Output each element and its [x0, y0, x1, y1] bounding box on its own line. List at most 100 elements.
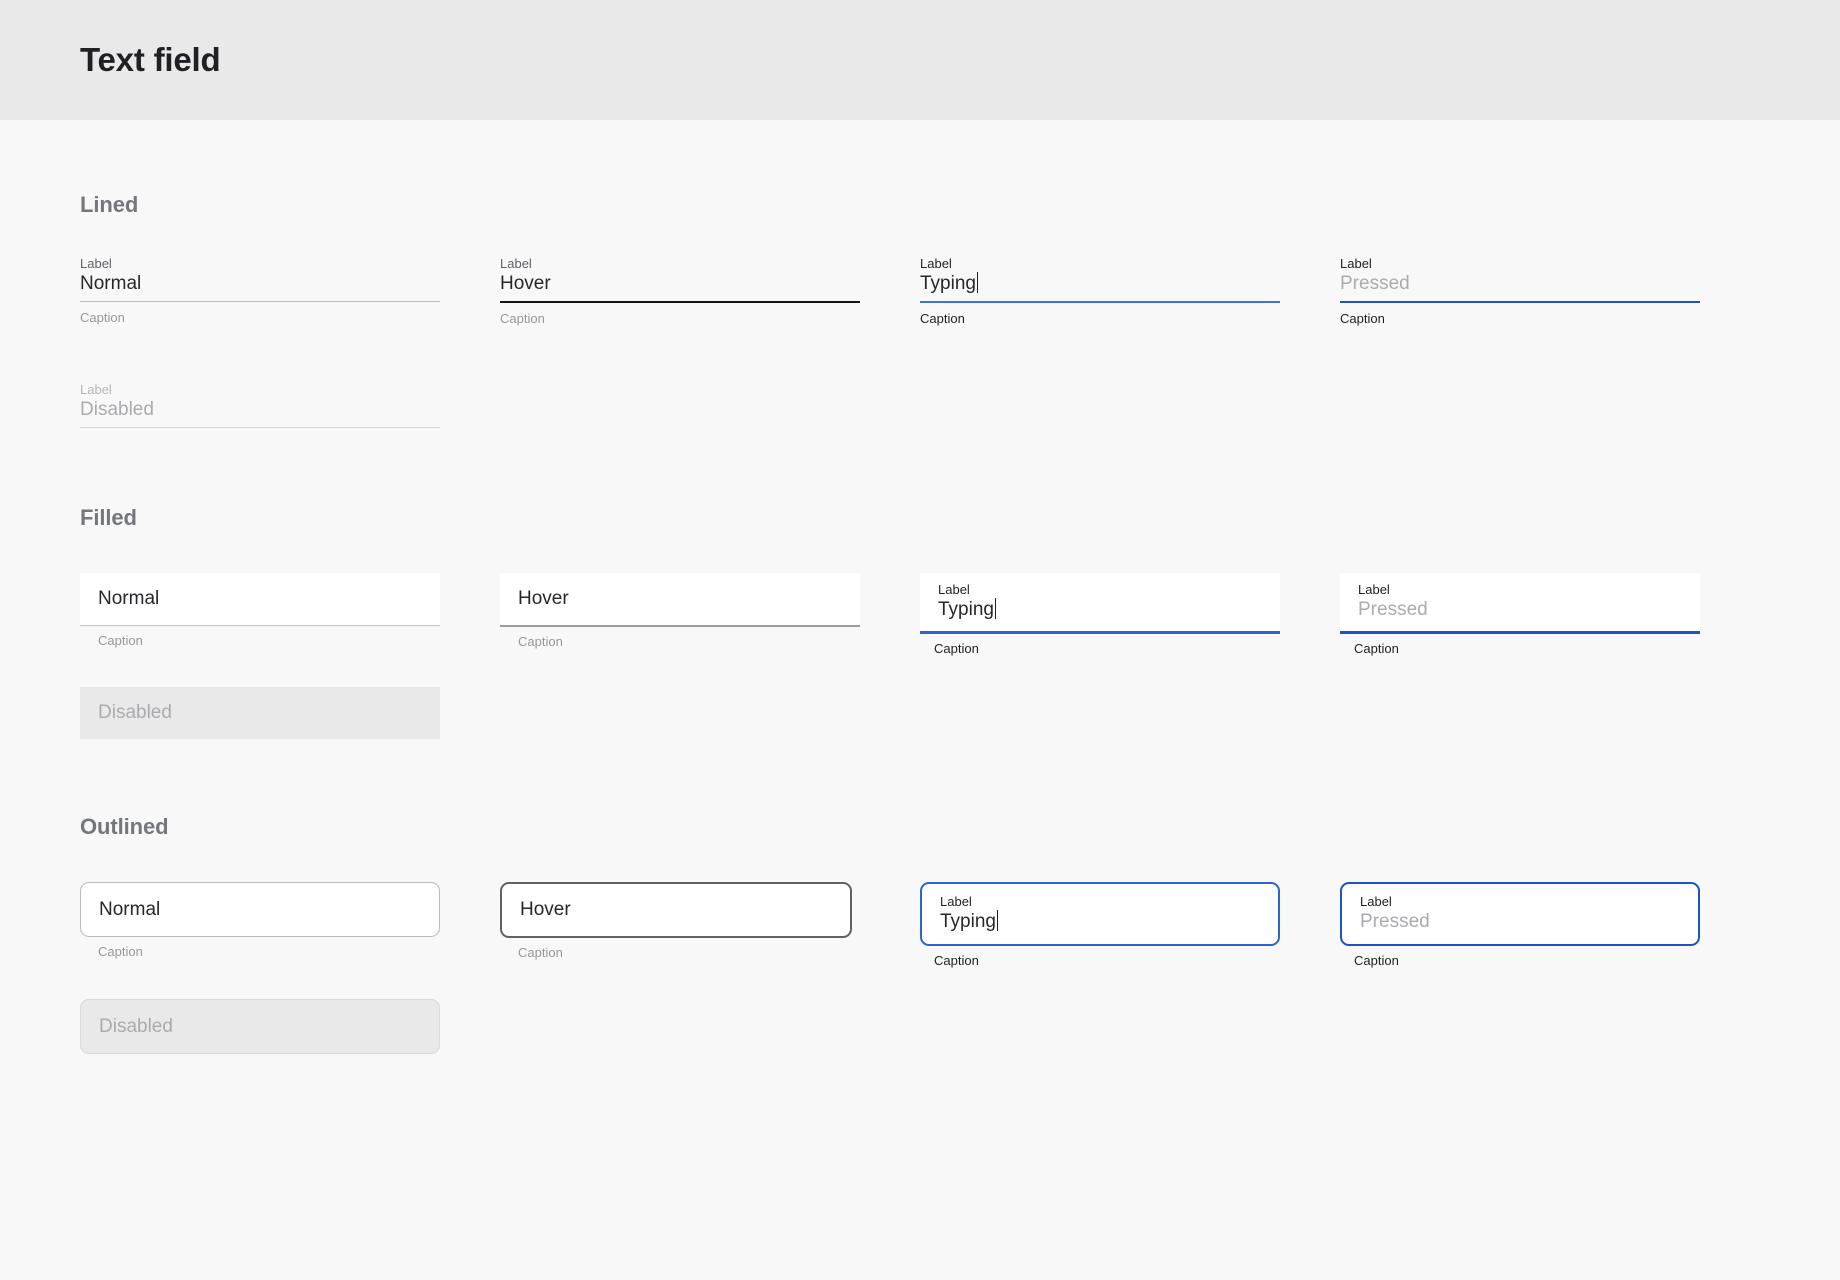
filled-normal-value[interactable]: Normal	[98, 587, 422, 611]
outlined-normal-column: Normal Caption	[80, 882, 500, 969]
lined-disabled-row: Label Disabled	[80, 382, 1840, 428]
outlined-pressed-column: Label Pressed Caption	[1340, 882, 1760, 969]
filled-normal-column: Normal Caption	[80, 573, 500, 657]
filled-typing-column: Label Typing Caption	[920, 573, 1340, 657]
outlined-hover-value[interactable]: Hover	[520, 898, 832, 922]
lined-pressed-column: Label Pressed Caption	[1340, 256, 1760, 327]
filled-normal-input[interactable]: Normal	[80, 573, 440, 626]
outlined-typing-label: Label	[940, 894, 1260, 910]
lined-states-row: Label Normal Caption Label Hover Caption	[80, 256, 1840, 327]
outlined-disabled-column: Disabled	[80, 999, 500, 1054]
lined-normal-field[interactable]: Label Normal Caption	[80, 256, 440, 326]
filled-pressed-value[interactable]: Pressed	[1358, 598, 1682, 622]
section-title-lined: Lined	[80, 192, 1840, 218]
filled-disabled-row: Disabled	[80, 687, 1840, 739]
filled-typing-label: Label	[938, 582, 1262, 598]
text-cursor-icon	[997, 910, 999, 931]
outlined-pressed-input[interactable]: Label Pressed	[1340, 882, 1700, 946]
outlined-pressed-caption: Caption	[1340, 953, 1760, 969]
outlined-states-row: Normal Caption Hover Caption	[80, 882, 1840, 969]
lined-typing-field[interactable]: Label Typing Caption	[920, 256, 1280, 327]
lined-hover-value[interactable]: Hover	[500, 272, 551, 296]
outlined-typing-input[interactable]: Label Typing	[920, 882, 1280, 946]
outlined-hover-field[interactable]: Hover Caption	[500, 882, 920, 961]
filled-normal-caption: Caption	[80, 633, 500, 649]
lined-normal-caption: Caption	[80, 310, 440, 326]
outlined-disabled-row: Disabled	[80, 999, 1840, 1054]
outlined-pressed-label: Label	[1360, 894, 1680, 910]
filled-disabled-column: Disabled	[80, 687, 500, 739]
section-lined: Lined Label Normal Caption Label	[80, 120, 1840, 428]
section-title-outlined: Outlined	[80, 814, 1840, 840]
outlined-normal-caption: Caption	[80, 944, 500, 960]
filled-disabled-field: Disabled	[80, 687, 500, 739]
outlined-typing-caption: Caption	[920, 953, 1340, 969]
outlined-hover-caption: Caption	[500, 945, 920, 961]
page-content: Lined Label Normal Caption Label	[0, 120, 1840, 1054]
lined-hover-column: Label Hover Caption	[500, 256, 920, 327]
lined-pressed-field[interactable]: Label Pressed Caption	[1340, 256, 1700, 327]
page-header: Text field	[0, 0, 1840, 120]
outlined-typing-field[interactable]: Label Typing Caption	[920, 882, 1340, 969]
lined-disabled-label: Label	[80, 382, 440, 398]
lined-pressed-value[interactable]: Pressed	[1340, 272, 1410, 296]
filled-hover-value[interactable]: Hover	[518, 587, 842, 611]
filled-hover-input[interactable]: Hover	[500, 573, 860, 627]
lined-pressed-caption: Caption	[1340, 311, 1700, 327]
lined-disabled-field: Label Disabled	[80, 382, 440, 428]
filled-typing-value[interactable]: Typing	[938, 598, 994, 622]
outlined-pressed-field[interactable]: Label Pressed Caption	[1340, 882, 1760, 969]
filled-disabled-input: Disabled	[80, 687, 440, 739]
lined-disabled-value: Disabled	[80, 398, 154, 422]
lined-typing-label: Label	[920, 256, 1280, 272]
lined-hover-label: Label	[500, 256, 860, 272]
lined-typing-column: Label Typing Caption	[920, 256, 1340, 327]
filled-normal-field[interactable]: Normal Caption	[80, 573, 500, 649]
lined-normal-value[interactable]: Normal	[80, 272, 141, 296]
lined-typing-value[interactable]: Typing	[920, 272, 976, 296]
outlined-pressed-value[interactable]: Pressed	[1360, 910, 1680, 934]
lined-pressed-input[interactable]: Label Pressed	[1340, 256, 1700, 303]
filled-hover-caption: Caption	[500, 634, 920, 650]
lined-normal-input[interactable]: Label Normal	[80, 256, 440, 302]
lined-normal-column: Label Normal Caption	[80, 256, 500, 327]
lined-normal-label: Label	[80, 256, 440, 272]
text-field-showcase-page: Text field Lined Label Normal Caption	[0, 0, 1840, 1280]
outlined-disabled-value: Disabled	[99, 1015, 421, 1039]
lined-disabled-input: Label Disabled	[80, 382, 440, 428]
page-title: Text field	[80, 41, 220, 79]
outlined-normal-input[interactable]: Normal	[80, 882, 440, 937]
filled-typing-input[interactable]: Label Typing	[920, 573, 1280, 634]
text-cursor-icon	[977, 272, 979, 293]
filled-hover-field[interactable]: Hover Caption	[500, 573, 920, 650]
filled-hover-column: Hover Caption	[500, 573, 920, 657]
lined-hover-input[interactable]: Label Hover	[500, 256, 860, 303]
outlined-normal-field[interactable]: Normal Caption	[80, 882, 500, 960]
outlined-disabled-field: Disabled	[80, 999, 500, 1054]
text-cursor-icon	[995, 598, 997, 619]
filled-typing-field[interactable]: Label Typing Caption	[920, 573, 1340, 657]
lined-disabled-column: Label Disabled	[80, 382, 500, 428]
filled-pressed-input[interactable]: Label Pressed	[1340, 573, 1700, 634]
lined-hover-field[interactable]: Label Hover Caption	[500, 256, 860, 327]
outlined-typing-column: Label Typing Caption	[920, 882, 1340, 969]
outlined-hover-input[interactable]: Hover	[500, 882, 852, 938]
lined-hover-caption: Caption	[500, 311, 860, 327]
filled-pressed-column: Label Pressed Caption	[1340, 573, 1760, 657]
lined-typing-input[interactable]: Label Typing	[920, 256, 1280, 303]
section-outlined: Outlined Normal Caption Hover	[80, 739, 1840, 1054]
lined-pressed-label: Label	[1340, 256, 1700, 272]
outlined-hover-column: Hover Caption	[500, 882, 920, 969]
outlined-typing-value[interactable]: Typing	[940, 910, 996, 934]
section-title-filled: Filled	[80, 505, 1840, 531]
filled-pressed-caption: Caption	[1340, 641, 1760, 657]
outlined-disabled-input: Disabled	[80, 999, 440, 1054]
filled-typing-caption: Caption	[920, 641, 1340, 657]
outlined-normal-value[interactable]: Normal	[99, 898, 421, 922]
filled-disabled-value: Disabled	[98, 701, 422, 725]
filled-pressed-label: Label	[1358, 582, 1682, 598]
filled-states-row: Normal Caption Hover Caption	[80, 573, 1840, 657]
lined-typing-caption: Caption	[920, 311, 1280, 327]
section-filled: Filled Normal Caption Hover	[80, 428, 1840, 739]
filled-pressed-field[interactable]: Label Pressed Caption	[1340, 573, 1760, 657]
